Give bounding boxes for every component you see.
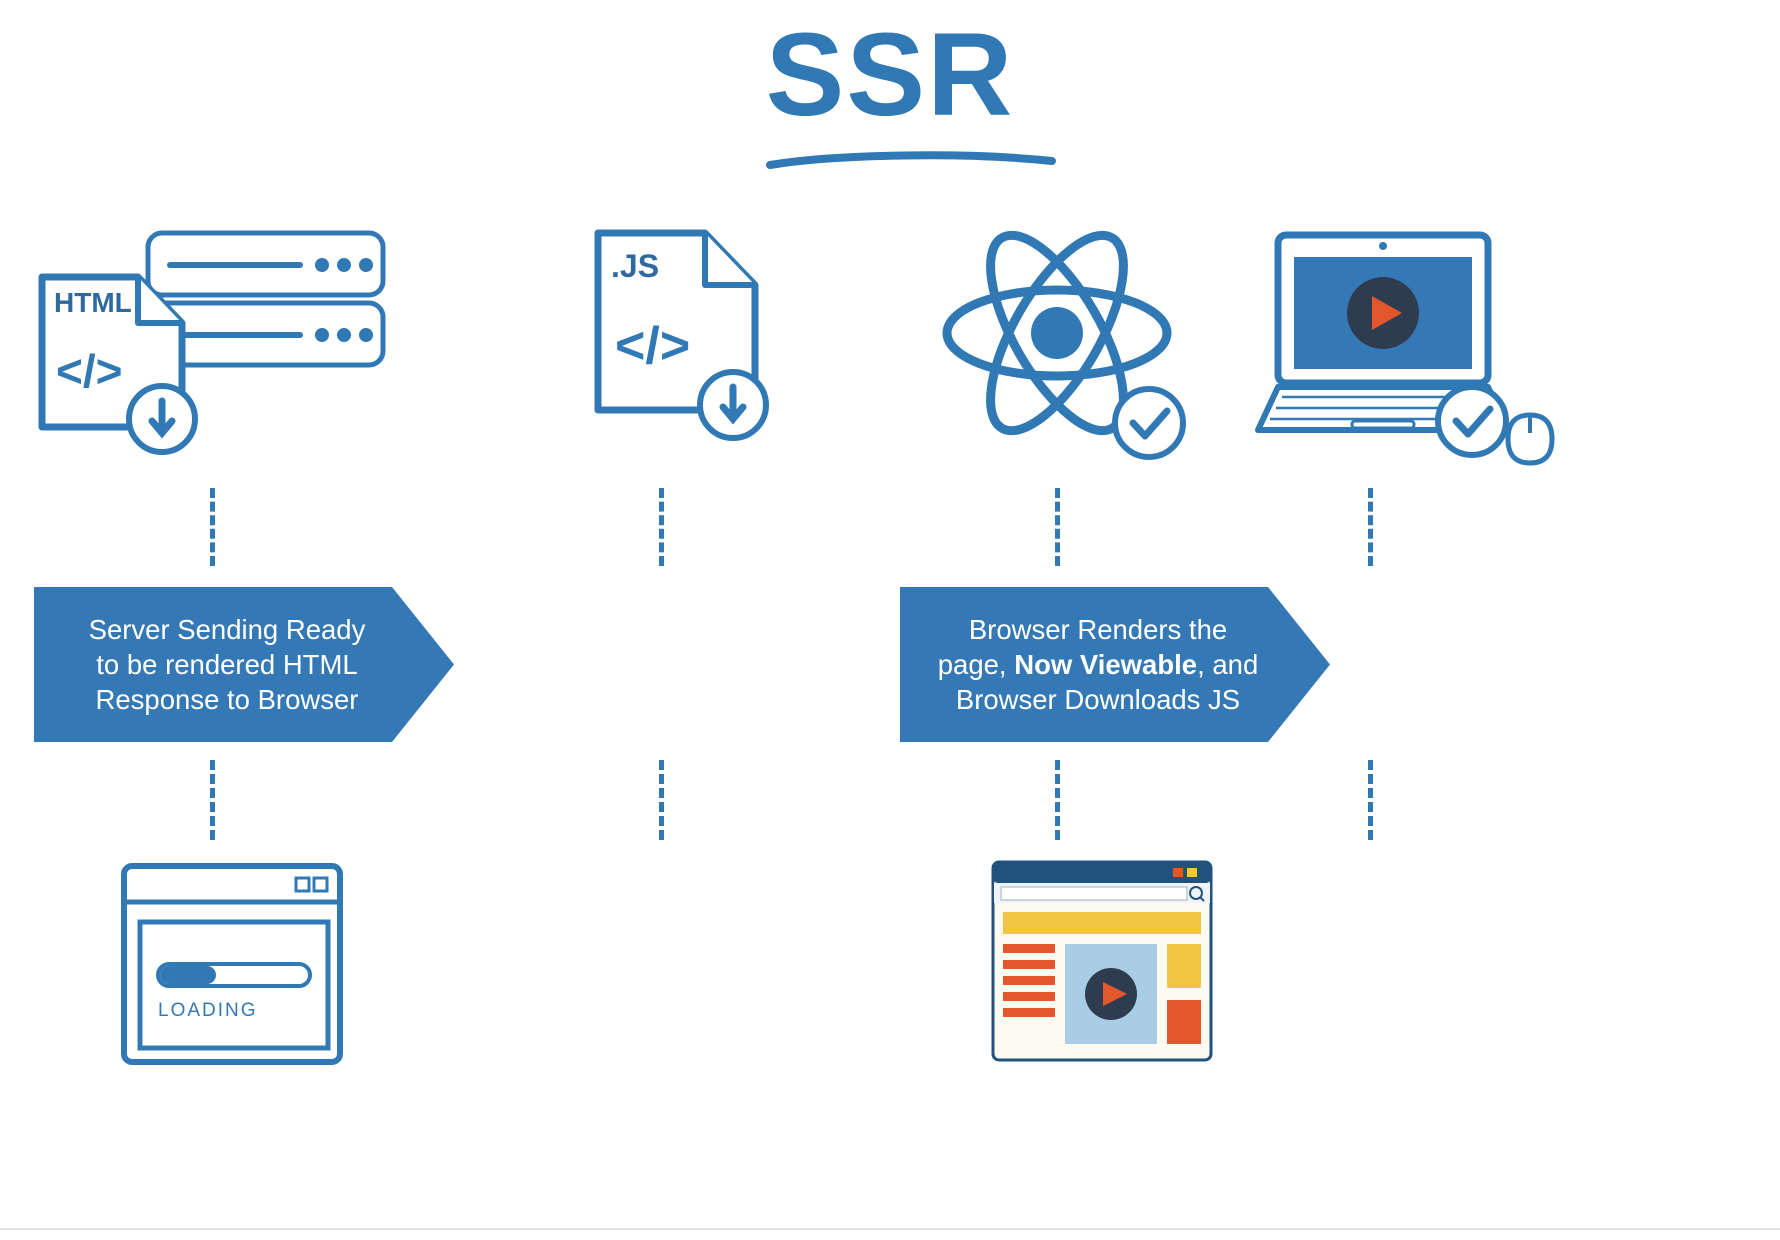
check-badge	[1112, 386, 1186, 460]
connector-dash-top-1	[210, 488, 215, 566]
banner-line-2c: , and	[1197, 648, 1259, 680]
js-document-icon: .JS </>	[443, 215, 888, 485]
banner-line-1: Server Sending Ready	[88, 613, 366, 645]
step-banner-1: Server Sending Ready to be rendered HTML…	[34, 587, 454, 742]
connector-dash-bottom-3	[1055, 760, 1060, 840]
html-document-and-server-icon: HTML </>	[10, 215, 455, 485]
laptop-with-mouse-icon	[1240, 215, 1685, 485]
step-column-1: HTML </> Server Sending Ready to be rend…	[10, 0, 455, 1240]
banner-line-3: Response to Browser	[95, 684, 359, 716]
connector-dash-bottom-2	[659, 760, 664, 840]
banner-line-1: Browser Renders the	[968, 613, 1228, 645]
loading-label: LOADING	[158, 1000, 258, 1021]
banner-line-2: to be rendered HTML	[96, 648, 358, 680]
connector-dash-bottom-4	[1368, 760, 1373, 840]
connector-dash-top-2	[659, 488, 664, 566]
code-glyph: </>	[56, 345, 123, 397]
connector-dash-bottom-1	[210, 760, 215, 840]
connector-dash-top-4	[1368, 488, 1373, 566]
html-doc-label: HTML	[54, 287, 132, 318]
step-column-2: .JS </> Browser Renders the page, Now Vi…	[443, 0, 888, 1240]
bottom-divider	[0, 1228, 1780, 1230]
banner-label: Server Sending Ready to be rendered HTML…	[89, 612, 400, 718]
browser-loading-mockup: LOADING	[118, 860, 350, 1070]
code-glyph: </>	[615, 317, 690, 375]
step-column-4: Page Now Interactable	[1240, 0, 1685, 1240]
banner-label: Browser Renders the page, Now Viewable, …	[938, 612, 1293, 718]
connector-dash-top-3	[1055, 488, 1060, 566]
banner-emphasis-now-viewable: Now Viewable	[1014, 648, 1198, 680]
banner-line-2a: page,	[937, 648, 1015, 680]
check-badge	[1435, 384, 1509, 458]
banner-line-3: Browser Downloads JS	[955, 684, 1241, 716]
js-doc-label: .JS	[611, 248, 659, 284]
